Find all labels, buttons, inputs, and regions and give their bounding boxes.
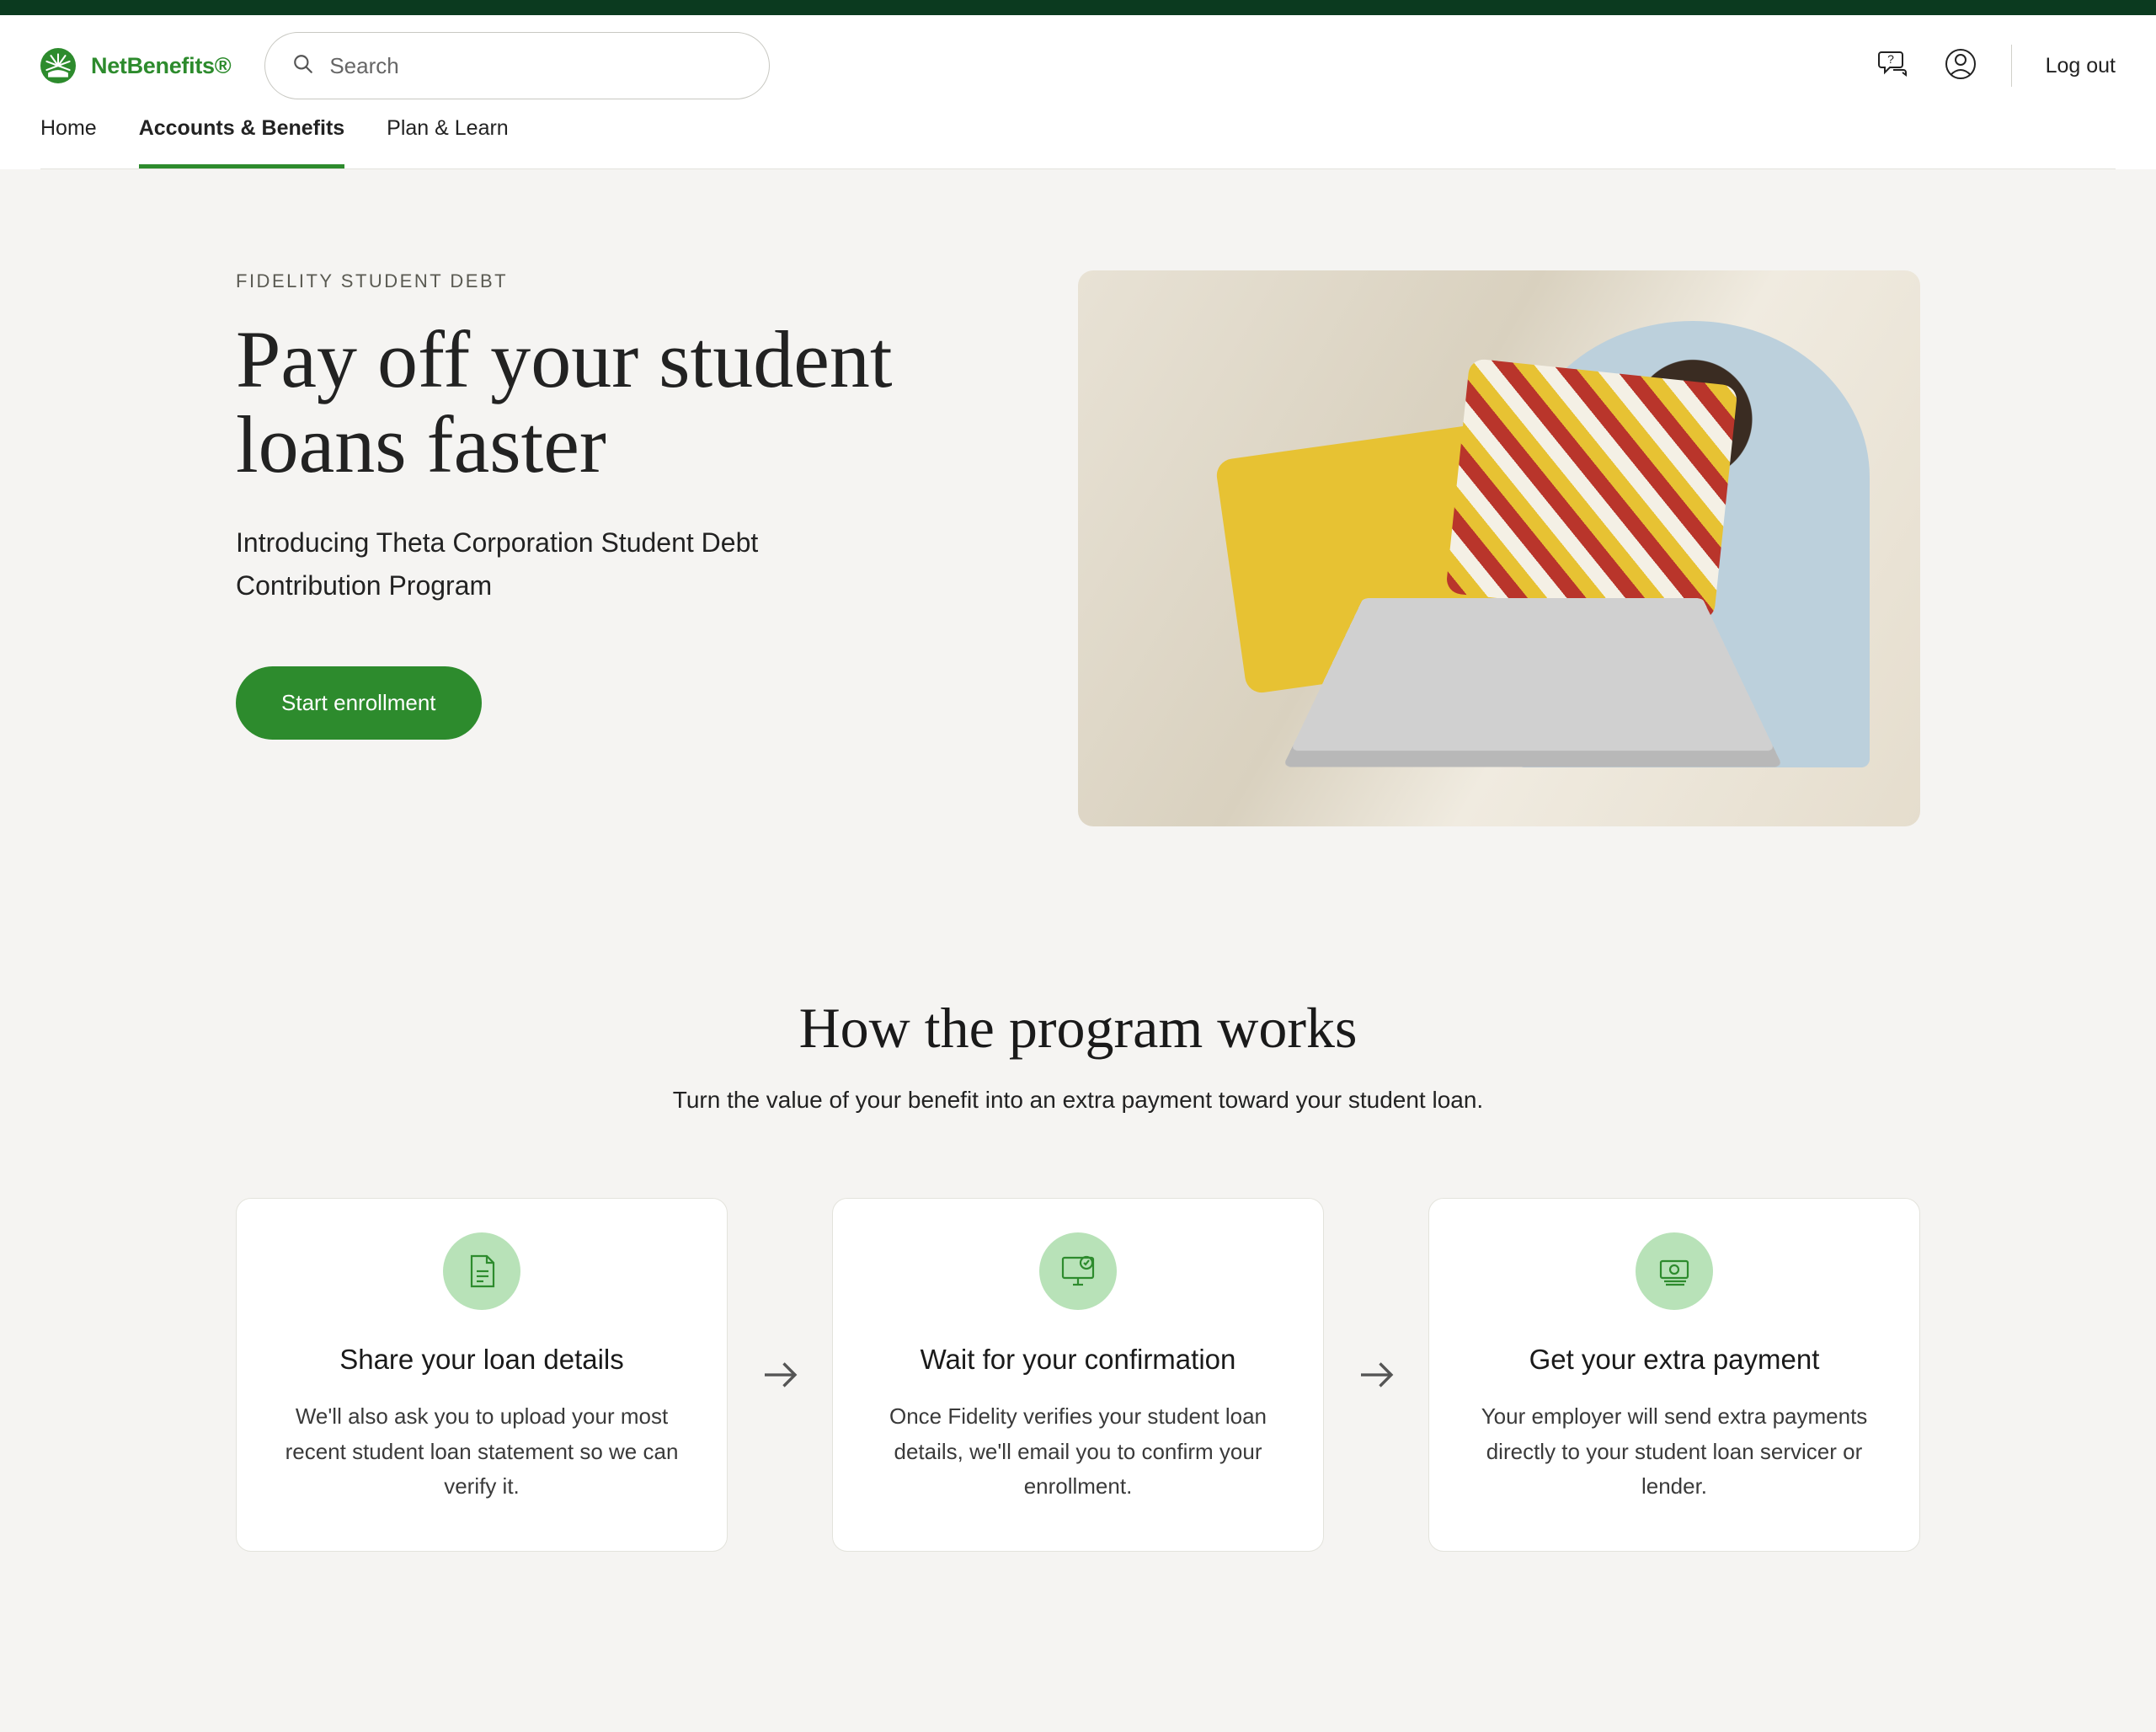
arrow-right-icon [1349, 1352, 1403, 1398]
how-title: How the program works [236, 995, 1920, 1061]
user-circle-icon [1944, 47, 1977, 85]
help-chat-button[interactable]: ? [1876, 49, 1910, 83]
step-card-1: Share your loan details We'll also ask y… [236, 1198, 728, 1552]
hero-title: Pay off your student loans faster [236, 318, 977, 488]
sunburst-logo-icon [40, 48, 76, 83]
nav-accounts-benefits[interactable]: Accounts & Benefits [139, 116, 344, 168]
nav-home[interactable]: Home [40, 116, 97, 168]
step-2-body: Once Fidelity verifies your student loan… [867, 1399, 1289, 1505]
step-3-body: Your employer will send extra payments d… [1463, 1399, 1886, 1505]
top-stripe [0, 0, 2156, 15]
hero-image [1078, 270, 1920, 826]
divider [2011, 45, 2012, 87]
step-1-title: Share your loan details [270, 1344, 693, 1376]
nav-plan-learn[interactable]: Plan & Learn [387, 116, 509, 168]
document-icon [443, 1232, 520, 1310]
arrow-right-icon [753, 1352, 807, 1398]
hero-section: FIDELITY STUDENT DEBT Pay off your stude… [236, 270, 1920, 826]
hero-subtitle: Introducing Theta Corporation Student De… [236, 521, 842, 607]
chat-question-icon: ? [1876, 47, 1910, 85]
search-box[interactable] [264, 32, 770, 99]
header: NetBenefits® ? Log out [0, 15, 2156, 169]
brand-logo-link[interactable]: NetBenefits® [40, 48, 231, 83]
step-3-title: Get your extra payment [1463, 1344, 1886, 1376]
profile-button[interactable] [1944, 49, 1977, 83]
how-subtitle: Turn the value of your benefit into an e… [236, 1087, 1920, 1114]
step-1-body: We'll also ask you to upload your most r… [270, 1399, 693, 1505]
search-input[interactable] [329, 53, 742, 79]
money-icon [1636, 1232, 1713, 1310]
logout-link[interactable]: Log out [2046, 54, 2116, 78]
search-icon [292, 53, 329, 79]
brand-name: NetBenefits® [91, 53, 231, 79]
monitor-check-icon [1039, 1232, 1117, 1310]
start-enrollment-button[interactable]: Start enrollment [236, 666, 482, 740]
primary-nav: Home Accounts & Benefits Plan & Learn [40, 116, 2116, 169]
svg-text:?: ? [1887, 52, 1894, 66]
step-card-2: Wait for your confirmation Once Fidelity… [832, 1198, 1324, 1552]
how-it-works-section: How the program works Turn the value of … [236, 995, 1920, 1552]
hero-eyebrow: FIDELITY STUDENT DEBT [236, 270, 977, 292]
step-2-title: Wait for your confirmation [867, 1344, 1289, 1376]
step-card-3: Get your extra payment Your employer wil… [1428, 1198, 1920, 1552]
